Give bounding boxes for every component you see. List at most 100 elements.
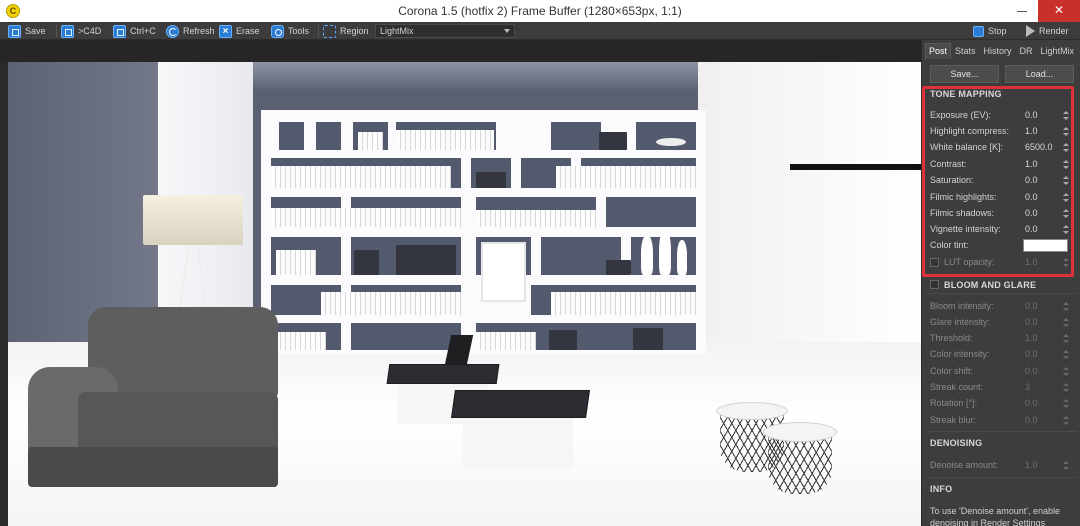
vignette-intensity-spinner[interactable] [1063,224,1069,236]
info-header: INFO [930,484,953,494]
streak-count-input[interactable]: 3 [1025,382,1030,392]
color-intensity-row: Color intensity: 0.0 [930,348,1069,362]
color-shift-input[interactable]: 0.0 [1025,366,1038,376]
highlight-compress-spinner[interactable] [1063,126,1069,138]
stop-icon [973,25,984,37]
save-settings-button[interactable]: Save... [930,65,999,83]
bloom-intensity-spinner[interactable] [1063,301,1069,313]
filmic-highlights-spinner[interactable] [1063,192,1069,204]
filmic-shadows-spinner[interactable] [1063,208,1069,220]
refresh-icon [166,24,179,38]
render-image[interactable] [8,62,921,526]
bloom-intensity-row: Bloom intensity: 0.0 [930,300,1069,314]
armchair [28,307,278,507]
wire-stool [763,422,837,442]
stop-button[interactable]: Stop [973,23,1007,39]
filmic-shadows-row: Filmic shadows: 0.0 [930,207,1069,221]
vignette-intensity-row: Vignette intensity: 0.0 [930,223,1069,237]
window-title: Corona 1.5 (hotfix 2) Frame Buffer (1280… [398,4,682,18]
threshold-spinner[interactable] [1063,333,1069,345]
streak-blur-spinner[interactable] [1063,415,1069,427]
erase-icon: × [219,24,232,38]
highlight-compress-row: Highlight compress: 1.0 [930,125,1069,139]
white-balance-spinner[interactable] [1063,142,1069,154]
title-bar: C Corona 1.5 (hotfix 2) Frame Buffer (12… [0,0,1080,22]
copy-button[interactable]: Ctrl+C [113,23,156,39]
saturation-input[interactable]: 0.0 [1025,175,1038,185]
bloom-glare-header: BLOOM AND GLARE [944,280,1037,290]
color-tint-swatch[interactable] [1023,239,1068,252]
tab-post[interactable]: Post [925,43,952,59]
save-icon [8,24,21,38]
filmic-highlights-input[interactable]: 0.0 [1025,192,1038,202]
post-panel: Post Stats History DR LightMix Save... L… [921,40,1080,526]
minimize-button[interactable] [1010,0,1034,22]
copy-icon [113,24,126,38]
threshold-input[interactable]: 1.0 [1025,333,1038,343]
exposure-input[interactable]: 0.0 [1025,110,1038,120]
tab-lightmix[interactable]: LightMix [1037,43,1079,59]
tools-button[interactable]: Tools [271,23,309,39]
exposure-row: Exposure (EV): 0.0 [930,109,1069,123]
render-button[interactable]: Render [1026,23,1069,39]
c4d-icon [61,24,74,38]
gear-icon [271,24,284,38]
streak-blur-row: Streak blur: 0.0 [930,414,1069,428]
streak-blur-input[interactable]: 0.0 [1025,415,1038,425]
lut-checkbox[interactable] [930,258,939,267]
chevron-down-icon [504,29,510,33]
lut-opacity-input[interactable]: 1.0 [1025,257,1038,267]
bookshelf [261,110,706,355]
render-viewport[interactable] [0,40,921,526]
glare-intensity-row: Glare intensity: 0.0 [930,316,1069,330]
denoise-amount-row: Denoise amount: 1.0 [930,459,1069,473]
streak-count-row: Streak count: 3 [930,381,1069,395]
denoising-header: DENOISING [930,438,983,448]
vignette-intensity-input[interactable]: 0.0 [1025,224,1038,234]
coffee-table-back [386,364,500,384]
send-to-c4d-button[interactable]: >C4D [61,23,101,39]
filmic-shadows-input[interactable]: 0.0 [1025,208,1038,218]
wire-stool [716,402,788,420]
filmic-highlights-row: Filmic highlights: 0.0 [930,191,1069,205]
tone-mapping-header: TONE MAPPING [930,89,1002,99]
rotation-spinner[interactable] [1063,398,1069,410]
toolbar: Save >C4D Ctrl+C Refresh × Erase Tools R… [0,22,1080,40]
refresh-button[interactable]: Refresh [166,23,215,39]
erase-button[interactable]: × Erase [219,23,260,39]
tab-stats[interactable]: Stats [951,43,980,59]
contrast-row: Contrast: 1.0 [930,158,1069,172]
tab-history[interactable]: History [980,43,1016,59]
save-button[interactable]: Save [8,23,46,39]
color-intensity-spinner[interactable] [1063,349,1069,361]
bloom-intensity-input[interactable]: 0.0 [1025,301,1038,311]
rotation-input[interactable]: 0.0 [1025,398,1038,408]
saturation-row: Saturation: 0.0 [930,174,1069,188]
load-settings-button[interactable]: Load... [1005,65,1074,83]
saturation-spinner[interactable] [1063,175,1069,187]
glare-intensity-spinner[interactable] [1063,317,1069,329]
color-intensity-input[interactable]: 0.0 [1025,349,1038,359]
color-tint-row: Color tint: [930,239,1068,253]
white-balance-input[interactable]: 6500.0 [1025,142,1053,152]
close-button[interactable]: ✕ [1038,0,1080,22]
highlight-compress-input[interactable]: 1.0 [1025,126,1038,136]
color-shift-row: Color shift: 0.0 [930,365,1069,379]
lightmix-dropdown[interactable]: LightMix [375,24,515,38]
denoise-amount-input[interactable]: 1.0 [1025,460,1038,470]
streak-count-spinner[interactable] [1063,382,1069,394]
contrast-spinner[interactable] [1063,159,1069,171]
region-button[interactable]: Region [323,23,369,39]
lut-opacity-spinner[interactable] [1063,257,1069,269]
info-text: To use 'Denoise amount', enable denoisin… [930,506,1061,526]
glare-intensity-input[interactable]: 0.0 [1025,317,1038,327]
denoise-amount-spinner[interactable] [1063,460,1069,472]
exposure-spinner[interactable] [1063,110,1069,122]
curtain-rod [790,164,921,170]
white-balance-row: White balance [K]: 6500.0 [930,141,1069,155]
tab-dr[interactable]: DR [1016,43,1037,59]
contrast-input[interactable]: 1.0 [1025,159,1038,169]
color-shift-spinner[interactable] [1063,366,1069,378]
toolbar-separator [318,25,319,37]
floor-lamp-shade [143,195,243,245]
